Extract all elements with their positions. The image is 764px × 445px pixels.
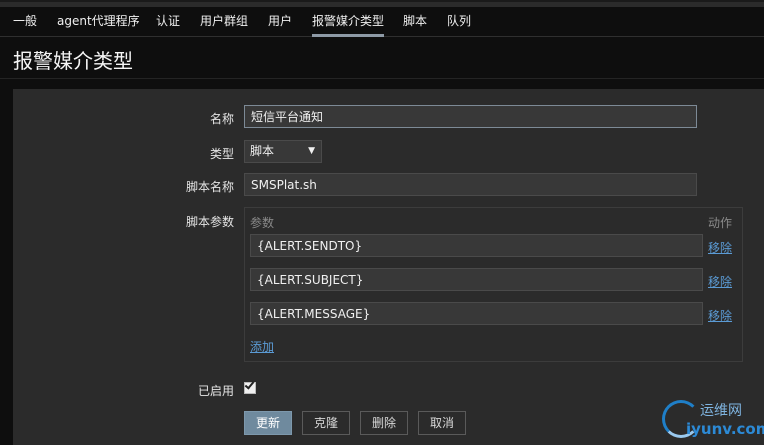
- watermark-en-text: iyunv.com: [686, 420, 764, 438]
- script-params-label: 脚本参数: [185, 215, 234, 229]
- remove-param-link[interactable]: 移除: [708, 273, 732, 290]
- tab-media-types[interactable]: 报警媒介类型: [312, 7, 385, 37]
- update-button[interactable]: 更新: [244, 411, 292, 435]
- params-column-header: 参数: [250, 216, 275, 230]
- enabled-checkbox[interactable]: [244, 379, 256, 394]
- type-select-value: 脚本: [250, 144, 275, 158]
- type-label: 类型: [209, 147, 234, 161]
- tab-agent-proxy[interactable]: agent代理程序: [57, 7, 140, 37]
- tab-scripts[interactable]: 脚本: [403, 7, 427, 37]
- title-divider: [0, 78, 764, 79]
- enabled-label: 已启用: [197, 384, 234, 398]
- caret-down-icon: ▼: [308, 146, 315, 156]
- page-title: 报警媒介类型: [13, 49, 133, 73]
- tab-users[interactable]: 用户: [268, 7, 292, 37]
- param-input-message[interactable]: [250, 302, 703, 325]
- name-label: 名称: [209, 112, 234, 126]
- top-strip-edge: [0, 0, 764, 2]
- tab-user-groups[interactable]: 用户群组: [200, 7, 248, 37]
- cancel-button[interactable]: 取消: [418, 411, 466, 435]
- remove-param-link[interactable]: 移除: [708, 239, 732, 256]
- top-strip: [0, 0, 764, 7]
- nav-tabs: 一般 agent代理程序 认证 用户群组 用户 报警媒介类型 脚本 队列: [0, 7, 764, 37]
- name-input[interactable]: [244, 105, 697, 128]
- remove-param-link[interactable]: 移除: [708, 307, 732, 324]
- tab-authentication[interactable]: 认证: [156, 7, 180, 37]
- watermark-cn-text: 运维网: [700, 403, 742, 419]
- delete-button[interactable]: 删除: [360, 411, 408, 435]
- watermark-logo: 运维网 iyunv.com: [660, 398, 764, 445]
- param-input-sendto[interactable]: [250, 234, 703, 257]
- add-param-link[interactable]: 添加: [250, 338, 274, 355]
- script-name-label: 脚本名称: [185, 180, 234, 194]
- tab-queue[interactable]: 队列: [447, 7, 471, 37]
- action-column-header: 动作: [708, 216, 733, 230]
- param-input-subject[interactable]: [250, 268, 703, 291]
- type-select[interactable]: 脚本 ▼: [244, 140, 322, 163]
- tab-general[interactable]: 一般: [13, 7, 37, 37]
- clone-button[interactable]: 克隆: [302, 411, 350, 435]
- script-name-input[interactable]: [244, 173, 697, 196]
